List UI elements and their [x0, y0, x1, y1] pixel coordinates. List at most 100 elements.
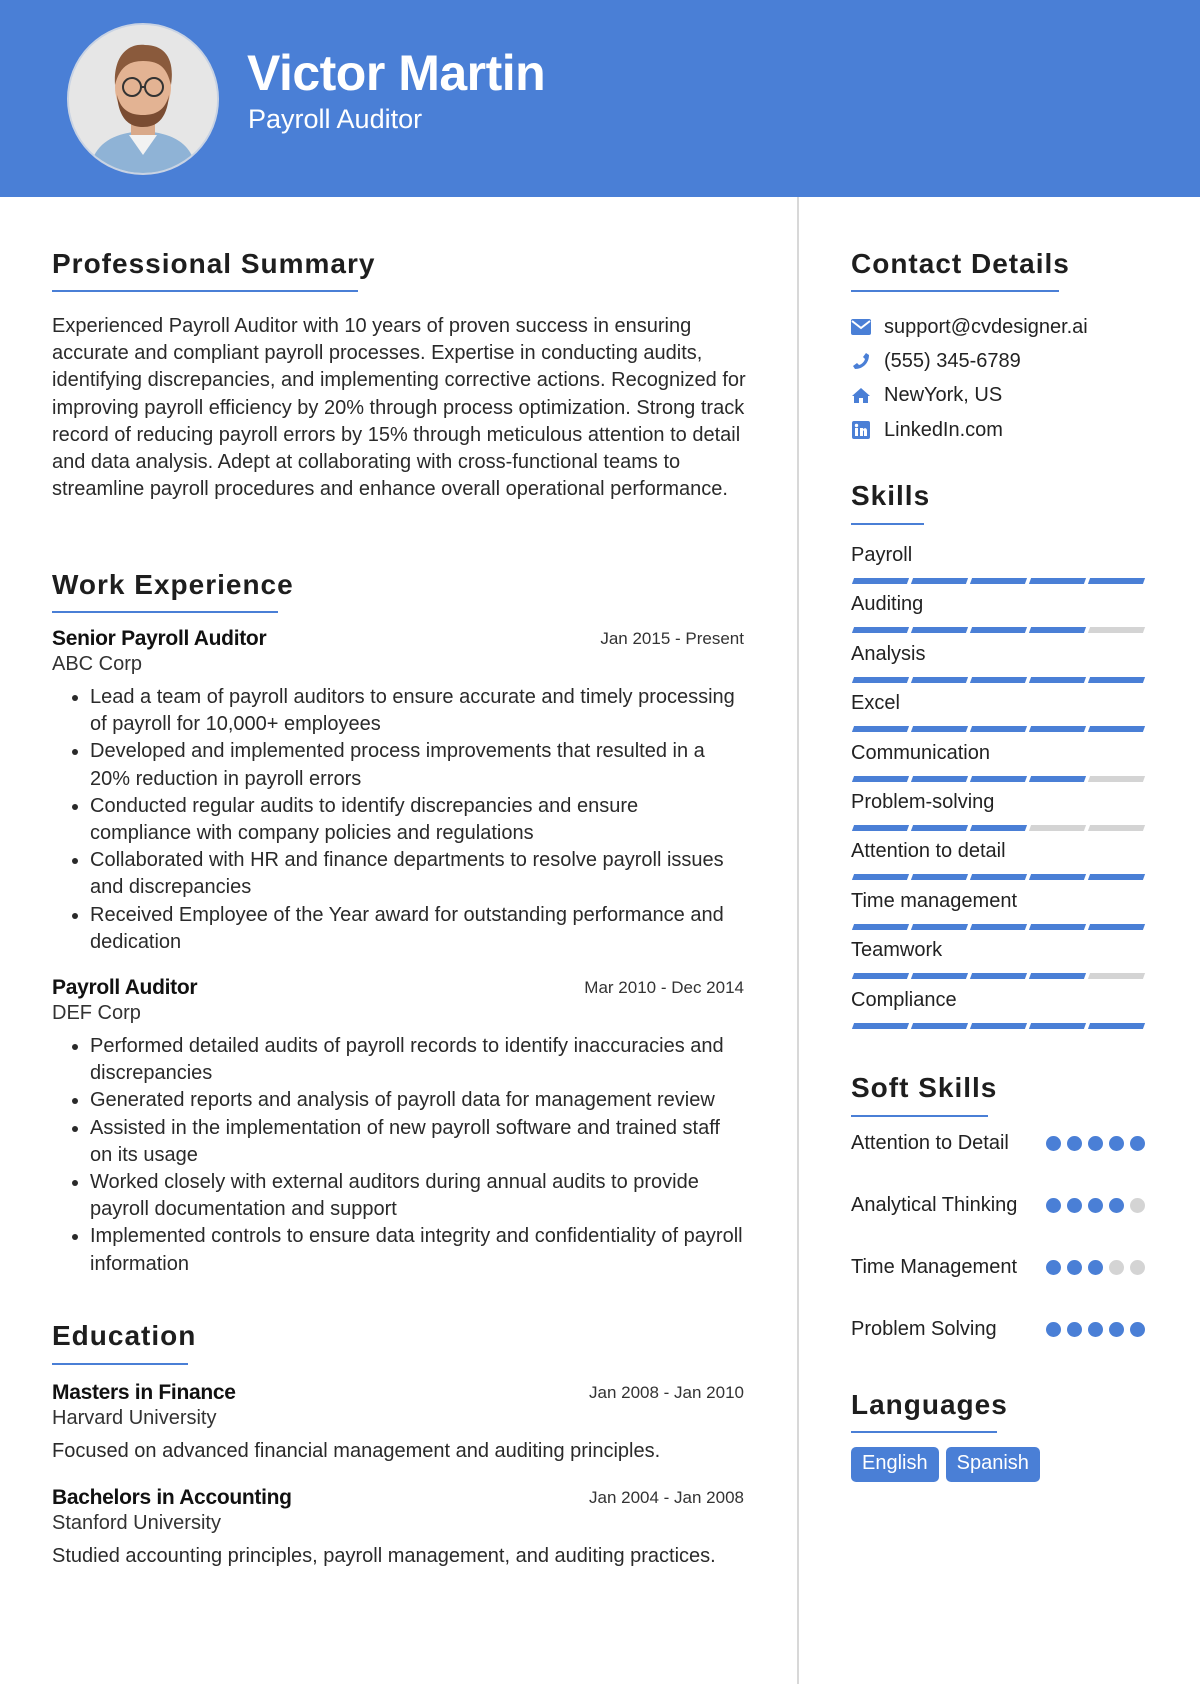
soft-skill-item: Time Management: [851, 1254, 1151, 1281]
job-bullet: Lead a team of payroll auditors to ensur…: [90, 684, 744, 738]
contact-linkedin-text[interactable]: LinkedIn.com: [884, 419, 1003, 442]
soft-skill-rating: [1046, 1260, 1145, 1275]
job-bullet: Collaborated with HR and finance departm…: [90, 847, 744, 901]
experience-heading-underline: [52, 611, 278, 613]
skill-item: Teamwork: [851, 939, 1151, 980]
skill-bar-filled: [1028, 874, 1087, 881]
skill-bar-filled: [851, 775, 910, 782]
skill-bar-filled: [851, 578, 910, 584]
education-heading: Education: [52, 1320, 197, 1351]
skill-bar-filled: [969, 627, 1028, 634]
skill-item: Compliance: [851, 988, 1151, 1029]
rating-dot-filled: [1046, 1260, 1061, 1275]
skill-label: Teamwork: [851, 939, 943, 962]
soft-skill-label: Attention to Detail: [851, 1132, 1009, 1154]
contact-email[interactable]: support@cvdesigner.ai: [851, 315, 1088, 339]
job-bullet: Assisted in the implementation of new pa…: [90, 1115, 744, 1169]
phone-icon: [851, 351, 871, 371]
envelope-icon: [851, 317, 871, 337]
skill-bar-filled: [910, 578, 969, 584]
skill-bar-filled: [969, 578, 1028, 584]
education-dates: Jan 2004 - Jan 2008: [588, 1488, 744, 1507]
skill-bar-filled: [969, 726, 1028, 733]
skill-bar-filled: [910, 775, 969, 782]
skill-item: Payroll: [851, 544, 1151, 584]
rating-dot-filled: [1088, 1260, 1103, 1275]
experience-heading: Work Experience: [52, 569, 294, 600]
skill-item: Communication: [851, 741, 1151, 782]
skill-bar-filled: [910, 825, 969, 831]
skill-bar-filled: [910, 923, 969, 930]
education-dates: Jan 2008 - Jan 2010: [588, 1383, 744, 1402]
skill-level-bar: [851, 676, 1146, 684]
skill-level-bar: [851, 874, 1146, 881]
job-bullets: Lead a team of payroll auditors to ensur…: [52, 684, 744, 956]
skill-bar-empty: [1087, 627, 1146, 634]
job-bullet: Implemented controls to ensure data inte…: [90, 1223, 744, 1277]
soft-skill-label: Time Management: [851, 1256, 1017, 1278]
skill-bar-filled: [851, 676, 910, 683]
header-banner: Victor Martin Payroll Auditor: [0, 0, 1200, 197]
rating-dot-filled: [1067, 1260, 1082, 1275]
skill-label: Excel: [851, 692, 900, 715]
skill-label: Communication: [851, 741, 990, 764]
skill-bar-filled: [910, 874, 969, 881]
skill-label: Problem-solving: [851, 791, 995, 813]
job-entry: Payroll Auditor Mar 2010 - Dec 2014 DEF …: [52, 976, 744, 1278]
skill-bar-filled: [1028, 627, 1087, 634]
skill-bar-filled: [851, 627, 910, 634]
contact-heading-underline: [851, 290, 1059, 292]
rating-dot-filled: [1109, 1198, 1124, 1213]
rating-dot-empty: [1130, 1260, 1145, 1275]
contact-email-text[interactable]: support@cvdesigner.ai: [884, 316, 1088, 339]
skill-bar-filled: [910, 726, 969, 733]
contact-location: NewYork, US: [851, 383, 1002, 407]
skill-bar-filled: [1087, 874, 1146, 881]
education-school: Stanford University: [52, 1512, 221, 1534]
education-entry: Masters in Finance Jan 2008 - Jan 2010 H…: [52, 1381, 744, 1463]
rating-dot-filled: [1067, 1136, 1082, 1151]
contact-location-text: NewYork, US: [884, 383, 1003, 406]
skill-bar-empty: [1028, 825, 1087, 831]
contact-heading: Contact Details: [851, 248, 1070, 279]
skill-bar-filled: [1028, 1022, 1087, 1029]
rating-dot-empty: [1130, 1198, 1145, 1213]
soft-skills-heading: Soft Skills: [851, 1072, 998, 1103]
contact-phone-text[interactable]: (555) 345-6789: [884, 350, 1021, 373]
skill-bar-filled: [851, 1022, 910, 1029]
skill-bar-filled: [1028, 676, 1087, 683]
skills-heading: Skills: [851, 480, 931, 511]
soft-skill-item: Problem Solving: [851, 1316, 1151, 1343]
job-dates: Mar 2010 - Dec 2014: [584, 978, 744, 997]
skill-bar-empty: [1087, 825, 1146, 831]
skill-bar-filled: [1087, 578, 1146, 584]
education-description: Focused on advanced financial management…: [52, 1440, 661, 1462]
job-bullets: Performed detailed audits of payroll rec…: [52, 1033, 744, 1278]
soft-skill-label: Analytical Thinking: [851, 1194, 1018, 1216]
skill-label: Analysis: [851, 642, 926, 665]
skill-bar-filled: [851, 825, 910, 831]
contact-phone[interactable]: (555) 345-6789: [851, 349, 1021, 373]
education-entry: Bachelors in Accounting Jan 2004 - Jan 2…: [52, 1486, 744, 1568]
skill-bar-filled: [851, 874, 910, 881]
skill-label: Time management: [851, 889, 1017, 912]
rating-dot-filled: [1088, 1198, 1103, 1213]
job-bullet: Generated reports and analysis of payrol…: [90, 1087, 744, 1114]
language-badge: English: [851, 1447, 939, 1482]
skill-bar-empty: [1087, 973, 1146, 980]
languages-list: English Spanish: [851, 1447, 1040, 1482]
skill-label: Compliance: [851, 988, 957, 1011]
skill-bar-filled: [1087, 1022, 1146, 1029]
contact-linkedin[interactable]: LinkedIn.com: [851, 418, 1003, 442]
skill-item: Problem-solving: [851, 791, 1151, 831]
rating-dot-filled: [1088, 1136, 1103, 1151]
skill-bar-filled: [910, 973, 969, 980]
job-bullet: Received Employee of the Year award for …: [90, 902, 744, 956]
skill-bar-filled: [1087, 726, 1146, 733]
education-description: Studied accounting principles, payroll m…: [52, 1545, 716, 1567]
skill-bar-filled: [969, 1022, 1028, 1029]
rating-dot-filled: [1088, 1322, 1103, 1337]
job-bullet: Performed detailed audits of payroll rec…: [90, 1033, 744, 1087]
skill-item: Auditing: [851, 593, 1151, 634]
candidate-name: Victor Martin: [247, 45, 546, 101]
